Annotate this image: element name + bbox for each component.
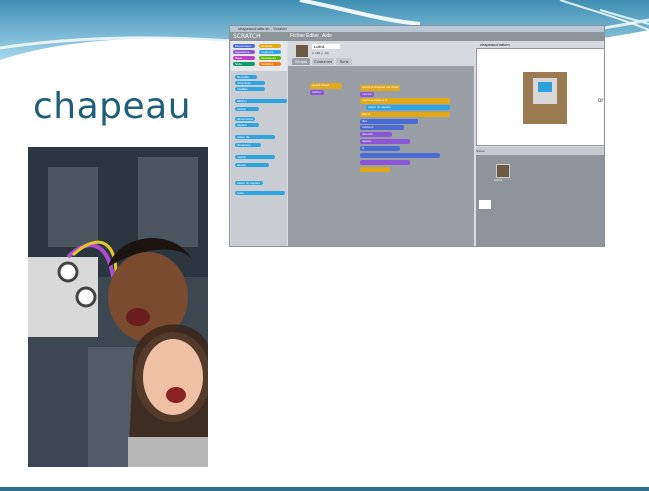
script-block[interactable]: quand le drapeau est cliqué	[360, 85, 400, 91]
category-operators[interactable]: Opérateurs	[259, 56, 281, 60]
scratch-logo: SCRATCH	[233, 33, 261, 40]
script-block[interactable]: mettre le capteur à	[360, 98, 450, 104]
palette-block[interactable]: renommer	[235, 81, 265, 85]
script-block[interactable]: mettre à	[360, 125, 404, 130]
palette-block[interactable]: dimension	[235, 143, 261, 147]
script-block[interactable]	[360, 167, 390, 172]
palette-block[interactable]: mettre	[235, 155, 275, 159]
sprite-thumbnail	[296, 45, 308, 57]
block-palette: Mouvement Contrôle Apparence Capteurs So…	[231, 41, 287, 246]
category-control[interactable]: Contrôle	[259, 44, 281, 48]
palette-block[interactable]: capteur	[235, 123, 259, 127]
category-sensing[interactable]: Capteurs	[259, 50, 281, 54]
stage-header: chapeauchattom	[476, 41, 604, 48]
tab-scripts[interactable]: Scripts	[292, 58, 310, 65]
sprite-label: Lutin1	[494, 178, 503, 182]
photo-illustration	[28, 147, 208, 467]
category-looks[interactable]: Apparence	[233, 50, 255, 54]
category-motion[interactable]: Mouvement	[233, 44, 255, 48]
menubar: SCRATCH Fichier Éditer Aide	[230, 32, 604, 41]
scripts-area[interactable]: quand cliqué cacher quand le drapeau est…	[288, 66, 474, 246]
menu-edit[interactable]: Éditer	[306, 33, 319, 39]
palette-block[interactable]: afficher	[235, 99, 287, 103]
palette-block[interactable]: ajouter	[235, 163, 269, 167]
sprite-corral-header: Scène	[476, 147, 604, 155]
palette-block-list: Nouvelle renommer modifier afficher cach…	[231, 71, 287, 246]
slide-title: chapeau	[33, 86, 192, 127]
category-pen[interactable]: Stylo	[233, 62, 255, 66]
menu-file[interactable]: Fichier	[290, 33, 305, 39]
palette-block[interactable]: valeur du capteur	[235, 181, 263, 185]
sprite-corral: Lutin1	[476, 155, 604, 246]
sprite-coords: x: 184 y: -64	[312, 51, 329, 55]
editor-tabs: Scripts Costumes Sons	[288, 58, 474, 66]
palette-block[interactable]: valeur de	[235, 135, 275, 139]
stage-thumbnail[interactable]	[479, 200, 491, 209]
scratch-window: chapeauchatto.sb - Scratch SCRATCH Fichi…	[229, 25, 605, 247]
script-block[interactable]: montrer	[360, 92, 374, 97]
script-block[interactable]: dire	[360, 119, 418, 124]
sprite-thumbnail[interactable]	[496, 164, 510, 178]
script-block[interactable]: aller à	[360, 112, 450, 117]
script-block[interactable]: quand cliqué	[310, 83, 342, 89]
script-block[interactable]: répéter	[360, 139, 410, 144]
palette-block[interactable]: modifier	[235, 87, 265, 91]
sprite-name-field[interactable]: Lutin1	[312, 44, 340, 49]
selfie-photo	[28, 147, 208, 467]
script-block[interactable]: valeur du capteur	[366, 105, 450, 110]
palette-block[interactable]: cacher	[235, 107, 259, 111]
footer-line	[0, 487, 649, 491]
stage[interactable]: or	[476, 48, 604, 146]
script-block[interactable]: cacher	[310, 90, 324, 95]
tab-sounds[interactable]: Sons	[336, 58, 352, 65]
palette-block[interactable]: déconnecter	[235, 117, 255, 121]
stage-robot-image	[523, 72, 567, 124]
menu-help[interactable]: Aide	[322, 33, 332, 39]
category-sound[interactable]: Sons	[233, 56, 255, 60]
stage-text: or	[598, 98, 604, 104]
tab-costumes[interactable]: Costumes	[312, 58, 334, 65]
script-block[interactable]: si	[360, 146, 400, 151]
script-block[interactable]	[360, 160, 410, 165]
category-variables[interactable]: Variables	[259, 62, 281, 66]
palette-block[interactable]: Nouvelle	[235, 75, 257, 79]
palette-block[interactable]: Lutin	[235, 191, 285, 195]
script-block[interactable]	[360, 153, 440, 158]
script-block[interactable]: attendre	[360, 132, 392, 137]
